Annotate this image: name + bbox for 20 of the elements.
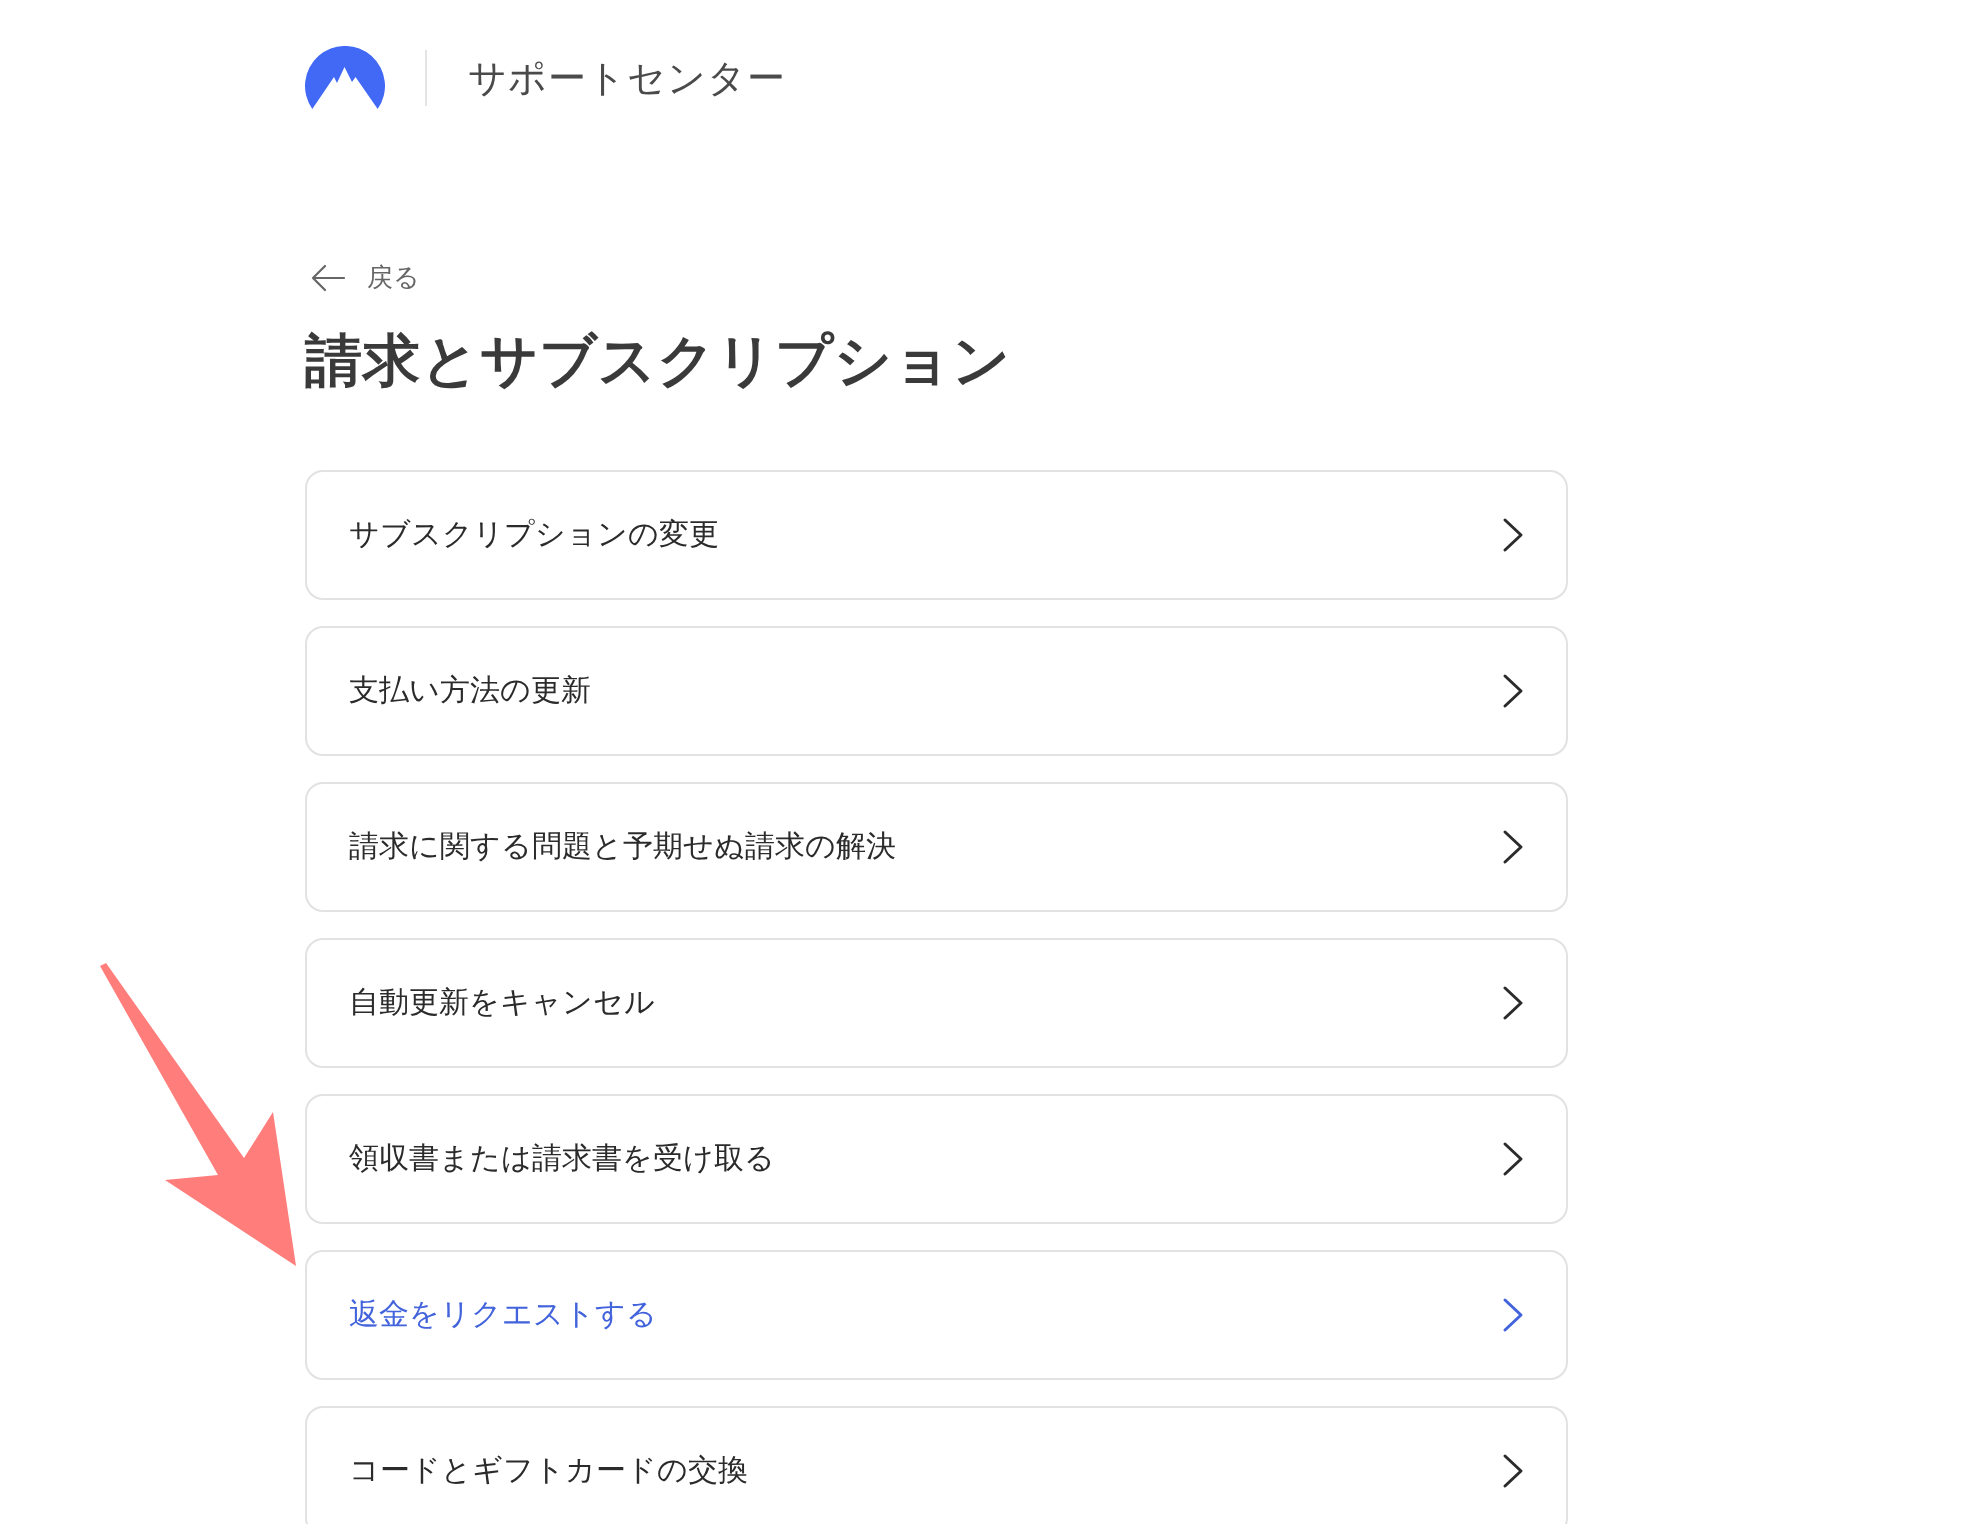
topic-card[interactable]: 領収書または請求書を受け取る xyxy=(305,1093,1568,1224)
chevron-right-icon xyxy=(1502,828,1524,865)
back-arrow-icon xyxy=(311,263,345,292)
chevron-right-icon xyxy=(1502,1140,1524,1177)
chevron-right-icon xyxy=(1502,672,1524,709)
chevron-right-icon xyxy=(1502,1296,1524,1333)
topic-card[interactable]: コードとギフトカードの交換 xyxy=(305,1405,1568,1524)
chevron-right-icon xyxy=(1502,516,1524,553)
topic-card[interactable]: 請求に関する問題と予期せぬ請求の解決 xyxy=(305,781,1568,912)
page-title: 請求とサブスクリプション xyxy=(305,325,1012,394)
header-title: サポートセンター xyxy=(468,54,786,102)
topic-card[interactable]: 返金をリクエストする xyxy=(305,1249,1568,1380)
chevron-right-icon xyxy=(1502,1452,1524,1489)
back-link[interactable]: 戻る xyxy=(311,260,420,295)
topic-card[interactable]: 自動更新をキャンセル xyxy=(305,937,1568,1068)
topic-card[interactable]: サブスクリプションの変更 xyxy=(305,469,1568,600)
logo-icon xyxy=(305,46,385,110)
chevron-right-icon xyxy=(1502,984,1524,1021)
topic-card[interactable]: 支払い方法の更新 xyxy=(305,625,1568,756)
annotation-arrow-icon xyxy=(100,961,297,1267)
